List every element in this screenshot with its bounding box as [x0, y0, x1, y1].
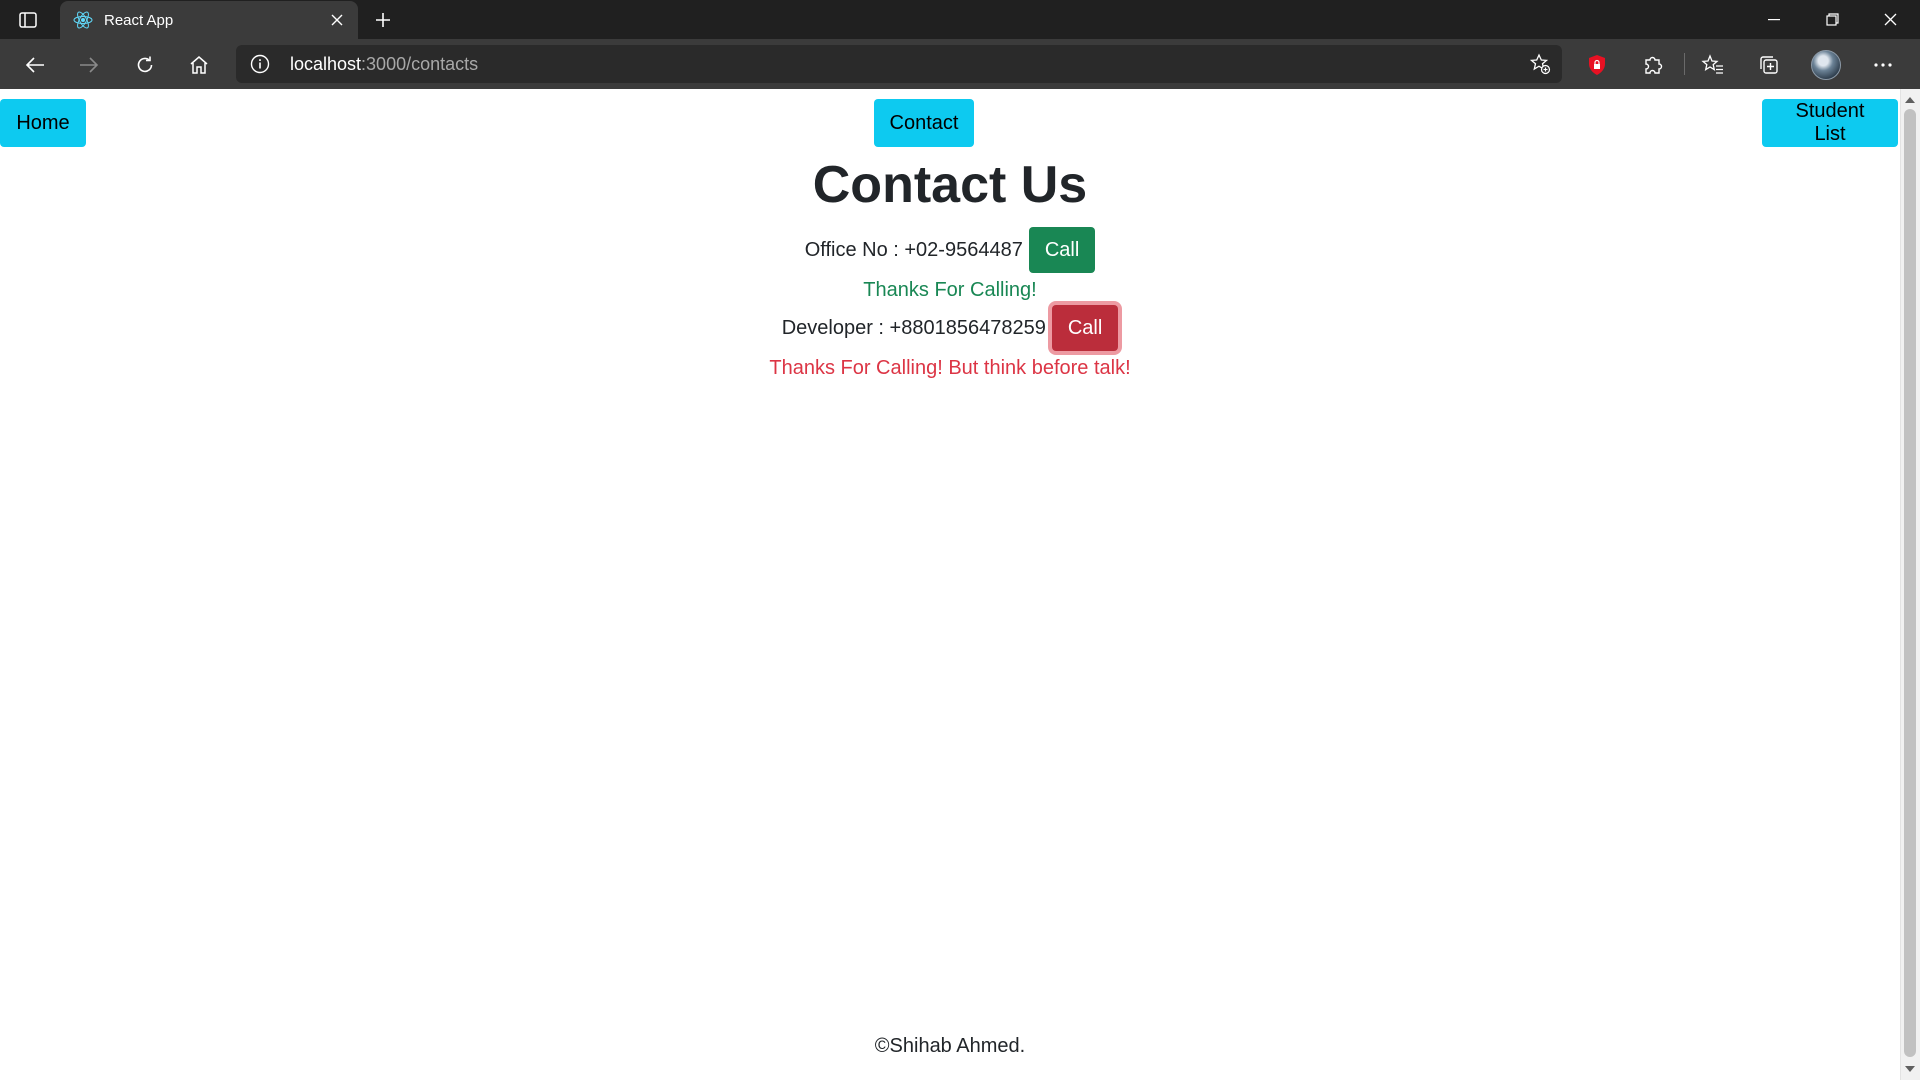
- footer-copyright: ©Shihab Ahmed.: [874, 1035, 1026, 1057]
- developer-call-message: Thanks For Calling! But think before tal…: [769, 357, 1131, 379]
- url-path: :3000/contacts: [361, 54, 479, 74]
- back-arrow-icon[interactable]: [18, 48, 52, 82]
- forward-arrow-icon[interactable]: [72, 48, 106, 82]
- home-nav-button[interactable]: Home: [0, 99, 86, 147]
- add-favorite-icon[interactable]: [1528, 52, 1552, 76]
- office-number-label: Office No : +02-9564487: [804, 238, 1023, 261]
- toolbar-separator: [1684, 53, 1685, 75]
- close-window-icon[interactable]: [1862, 0, 1918, 39]
- site-info-icon[interactable]: [250, 54, 270, 74]
- developer-call-button[interactable]: Call: [1051, 305, 1119, 351]
- browser-tab-bar: React App: [0, 0, 1920, 39]
- tab-actions-icon[interactable]: [17, 10, 39, 30]
- developer-contact-row: Developer : +8801856478259 Call: [0, 305, 1900, 351]
- browser-toolbar: localhost:3000/contacts: [0, 39, 1920, 89]
- minimize-icon[interactable]: [1746, 0, 1802, 39]
- refresh-icon[interactable]: [128, 48, 162, 82]
- new-tab-icon[interactable]: [368, 5, 398, 35]
- contact-nav-button[interactable]: Contact: [874, 99, 974, 147]
- browser-tab[interactable]: React App: [60, 1, 358, 39]
- favorites-icon[interactable]: [1696, 48, 1730, 82]
- office-call-message: Thanks For Calling!: [863, 279, 1037, 301]
- developer-number-label: Developer : +8801856478259: [781, 316, 1046, 339]
- url-host: localhost: [290, 54, 362, 74]
- address-bar[interactable]: localhost:3000/contacts: [236, 45, 1562, 83]
- close-tab-icon[interactable]: [322, 5, 352, 35]
- scrollbar-thumb[interactable]: [1904, 109, 1916, 1057]
- home-icon[interactable]: [182, 48, 216, 82]
- collections-icon[interactable]: [1752, 48, 1786, 82]
- password-lock-icon[interactable]: [1580, 48, 1614, 82]
- office-call-button[interactable]: Call: [1028, 227, 1096, 273]
- restore-icon[interactable]: [1804, 0, 1860, 39]
- page-title: Contact Us: [812, 156, 1088, 214]
- tab-title: React App: [104, 11, 174, 29]
- profile-avatar[interactable]: [1811, 50, 1841, 80]
- more-options-icon[interactable]: [1866, 48, 1900, 82]
- scroll-up-arrow-icon[interactable]: [1905, 97, 1915, 103]
- extensions-puzzle-icon[interactable]: [1636, 48, 1670, 82]
- react-logo-icon: [72, 9, 94, 31]
- url-text: localhost:3000/contacts: [290, 54, 478, 75]
- scroll-down-arrow-icon[interactable]: [1905, 1066, 1915, 1072]
- office-contact-row: Office No : +02-9564487 Call: [0, 227, 1900, 273]
- page-viewport: Home Contact Student List Contact Us Off…: [0, 89, 1920, 1080]
- page-scrollbar[interactable]: [1900, 89, 1920, 1080]
- student-list-nav-button[interactable]: Student List: [1762, 99, 1898, 147]
